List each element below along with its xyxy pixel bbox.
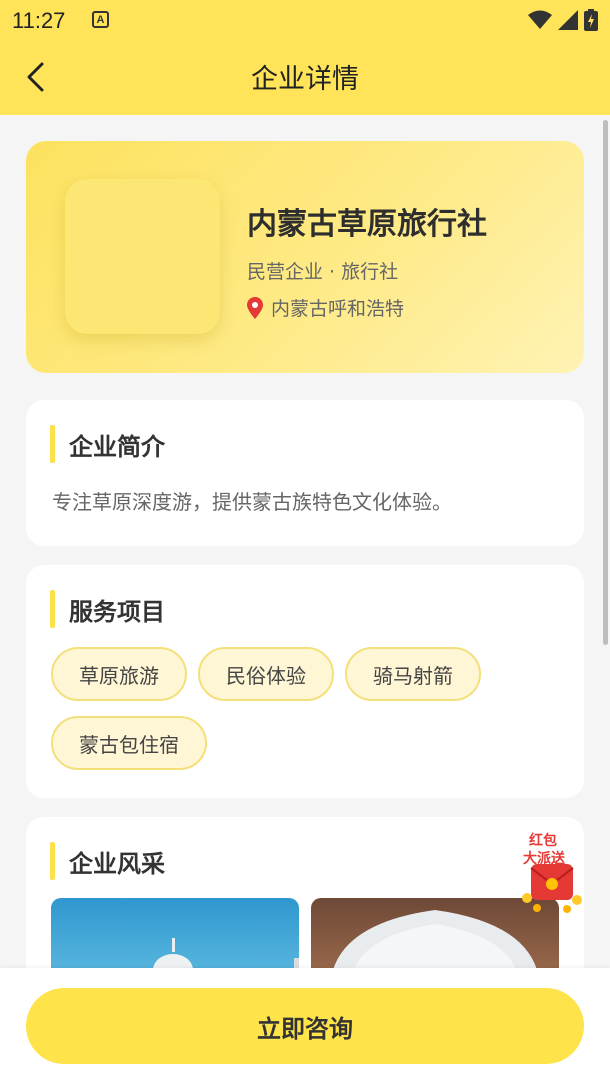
consult-now-button[interactable]: 立即咨询 (26, 988, 584, 1064)
status-icons (528, 9, 598, 31)
intro-text: 专注草原深度游，提供蒙古族特色文化体验。 (52, 490, 452, 514)
promo-line2: 大派送 (523, 851, 565, 867)
location-pin-icon (247, 296, 263, 319)
intro-header: 企业简介 (50, 425, 165, 463)
company-hero-card: 内蒙古草原旅行社 民营企业 · 旅行社 内蒙古呼和浩特 (26, 141, 584, 373)
notification-icon: A (92, 11, 109, 28)
company-logo (65, 179, 220, 334)
section-accent-bar (50, 590, 55, 628)
nav-bar: 企业详情 (0, 42, 610, 115)
gallery-header: 企业风采 (50, 842, 165, 880)
status-time: 11:27 (12, 8, 66, 33)
company-location: 内蒙古呼和浩特 (247, 294, 404, 321)
services-card: 服务项目 草原旅游 民俗体验 骑马射箭 蒙古包住宿 (26, 565, 584, 798)
intro-card: 企业简介 专注草原深度游，提供蒙古族特色文化体验。 (26, 400, 584, 546)
location-text: 内蒙古呼和浩特 (271, 298, 405, 320)
dome-illustration (151, 938, 299, 978)
red-packet-promo[interactable]: 红包 大派送 (515, 828, 591, 914)
battery-icon (584, 9, 598, 31)
service-tag[interactable]: 草原旅游 (51, 647, 187, 701)
service-tag[interactable]: 民俗体验 (198, 647, 334, 701)
promo-line1: 红包 (529, 833, 557, 849)
company-type: 民营企业 · 旅行社 (247, 261, 399, 283)
gallery-photo-dome[interactable] (51, 898, 299, 978)
scrollbar[interactable] (603, 120, 608, 645)
gallery-title: 企业风采 (69, 849, 165, 878)
services-title: 服务项目 (69, 597, 165, 626)
bottom-action-bar: 立即咨询 (0, 968, 610, 1084)
wifi-icon (528, 10, 552, 29)
status-bar: 11:27 A (0, 0, 610, 42)
services-header: 服务项目 (50, 590, 165, 628)
company-name: 内蒙古草原旅行社 (247, 207, 487, 242)
service-tag[interactable]: 骑马射箭 (345, 647, 481, 701)
signal-icon (558, 10, 578, 30)
intro-title: 企业简介 (69, 432, 165, 461)
top-bar: 11:27 A 企业详情 (0, 0, 610, 115)
section-accent-bar (50, 425, 55, 463)
section-accent-bar (50, 842, 55, 880)
service-tag[interactable]: 蒙古包住宿 (51, 716, 207, 770)
page-title: 企业详情 (251, 64, 359, 95)
